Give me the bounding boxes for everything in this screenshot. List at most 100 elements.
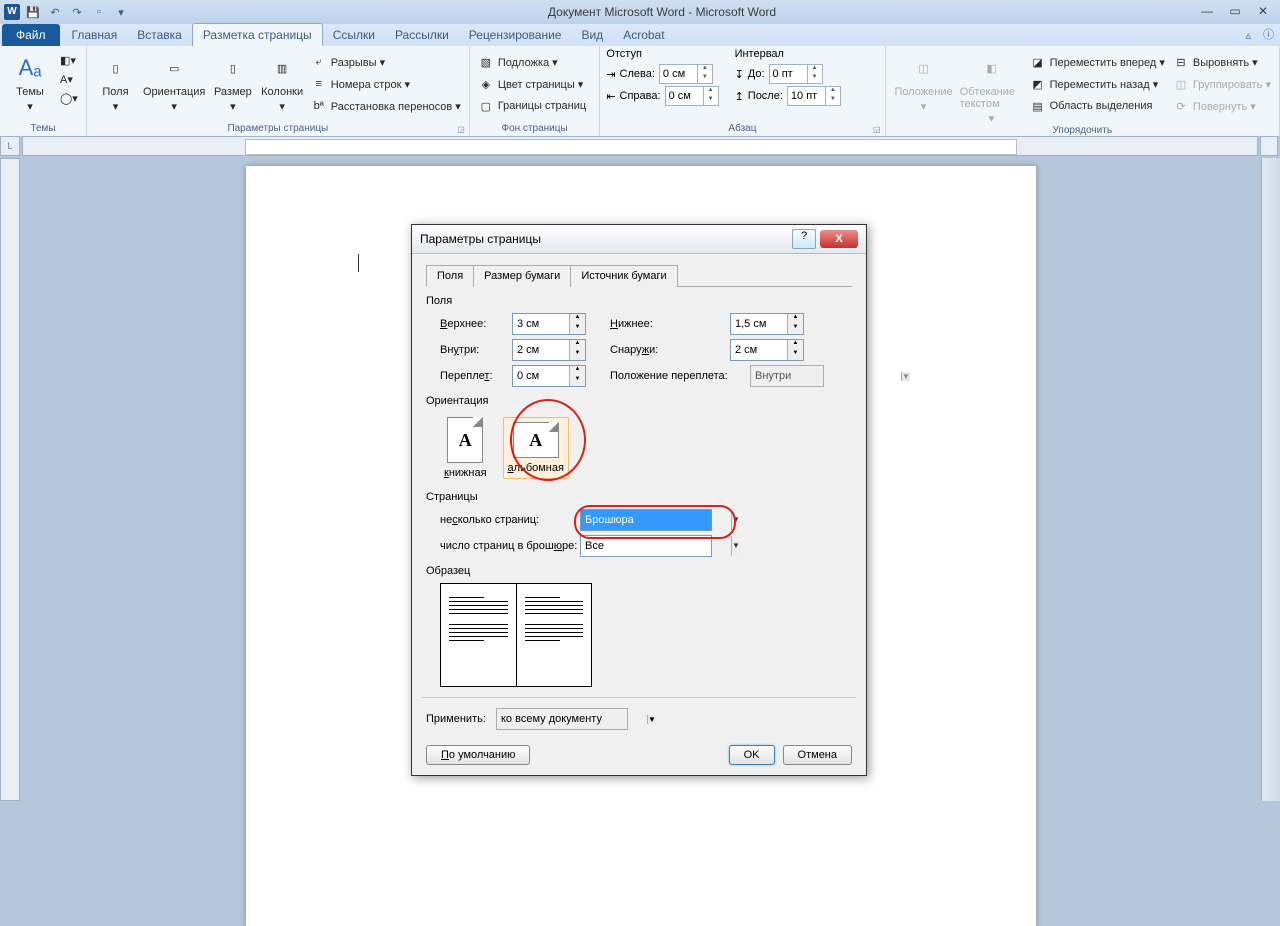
align-button[interactable]: ⊟Выровнять ▾ <box>1171 52 1273 72</box>
label-gutter: Переплет: <box>440 370 512 382</box>
help-icon[interactable]: ⓘ <box>1257 22 1280 46</box>
tab-paper-size[interactable]: Размер бумаги <box>473 265 571 287</box>
theme-colors-icon[interactable]: ◧▾ <box>58 52 80 69</box>
indent-label: Отступ <box>606 48 718 60</box>
word-icon: W <box>4 4 20 20</box>
save-icon[interactable]: 💾 <box>24 3 42 21</box>
size-button[interactable]: ▯Размер▾ <box>210 48 255 113</box>
rotate-button[interactable]: ⟳Повернуть ▾ <box>1171 96 1273 116</box>
tab-view[interactable]: Вид <box>571 24 613 46</box>
top-margin-spinner[interactable]: ▲▼ <box>512 313 586 335</box>
tab-home[interactable]: Главная <box>62 24 128 46</box>
selection-pane-icon: ▤ <box>1030 98 1046 114</box>
tab-acrobat[interactable]: Acrobat <box>613 24 674 46</box>
orientation-landscape[interactable]: A альбомная <box>503 417 569 479</box>
inside-margin-spinner[interactable]: ▲▼ <box>512 339 586 361</box>
paragraph-launcher-icon[interactable]: ◲ <box>873 125 881 134</box>
default-button[interactable]: По умолчанию <box>426 745 530 765</box>
tab-page-layout[interactable]: Разметка страницы <box>192 23 323 46</box>
label-outside: Снаружи: <box>610 344 730 356</box>
label-sheets: число страниц в брошюре: <box>440 540 580 552</box>
label-gutter-pos: Положение переплета: <box>610 370 750 382</box>
qat-more-icon[interactable]: ▾ <box>112 3 130 21</box>
hyphenation-button[interactable]: bªРасстановка переносов ▾ <box>309 96 463 116</box>
rotate-icon: ⟳ <box>1173 98 1189 114</box>
orientation-icon: ▭ <box>158 52 190 84</box>
group-page-background: Фон страницы <box>476 123 593 136</box>
text-cursor <box>358 254 359 272</box>
tab-mailings[interactable]: Рассылки <box>385 24 459 46</box>
orientation-portrait[interactable]: A книжная <box>440 413 491 483</box>
tab-references[interactable]: Ссылки <box>323 24 385 46</box>
bottom-margin-spinner[interactable]: ▲▼ <box>730 313 804 335</box>
orientation-button[interactable]: ▭Ориентация▾ <box>142 48 206 113</box>
dialog-tabs: Поля Размер бумаги Источник бумаги <box>426 264 852 287</box>
group-button[interactable]: ◫Группировать ▾ <box>1171 74 1273 94</box>
minimize-button[interactable]: — <box>1194 4 1220 20</box>
dialog-titlebar: Параметры страницы ? X <box>412 225 866 254</box>
label-apply-to: Применить: <box>426 713 496 725</box>
wrap-text-button[interactable]: ◧Обтекание текстом▾ <box>960 48 1024 125</box>
new-doc-icon[interactable]: ▫ <box>90 3 108 21</box>
columns-button[interactable]: ▥Колонки▾ <box>260 48 305 113</box>
multiple-pages-select[interactable]: ▼ <box>580 509 712 531</box>
page-borders-button[interactable]: ▢Границы страниц <box>476 96 588 116</box>
breaks-button[interactable]: ⤶Разрывы ▾ <box>309 52 463 72</box>
horizontal-ruler[interactable] <box>22 136 1258 156</box>
themes-button[interactable]: Aₐ Темы▾ <box>6 48 54 113</box>
theme-fonts-icon[interactable]: A▾ <box>58 71 80 88</box>
bring-forward-icon: ◪ <box>1030 54 1046 70</box>
ruler-toggle-icon[interactable] <box>1260 136 1278 156</box>
outside-margin-spinner[interactable]: ▲▼ <box>730 339 804 361</box>
margins-icon: ▯ <box>99 52 131 84</box>
preview-booklet <box>440 583 592 687</box>
margins-button[interactable]: ▯Поля▾ <box>93 48 138 113</box>
indent-left-icon: ⇥ <box>606 68 615 81</box>
section-margins: Поля <box>426 295 852 307</box>
section-preview: Образец <box>426 565 852 577</box>
line-numbers-button[interactable]: ≡Номера строк ▾ <box>309 74 463 94</box>
group-icon: ◫ <box>1173 76 1189 92</box>
quick-access-toolbar: 💾 ↶ ↷ ▫ ▾ <box>24 3 130 21</box>
space-after-spinner[interactable]: ▲▼ <box>787 86 841 106</box>
space-before-spinner[interactable]: ▲▼ <box>769 64 823 84</box>
file-tab[interactable]: Файл <box>2 24 60 46</box>
ok-button[interactable]: OK <box>729 745 775 765</box>
vertical-ruler[interactable] <box>0 158 20 801</box>
watermark-button[interactable]: ▧Подложка ▾ <box>476 52 588 72</box>
indent-left-spinner[interactable]: ▲▼ <box>659 64 713 84</box>
tab-review[interactable]: Рецензирование <box>459 24 572 46</box>
dialog-close-button[interactable]: X <box>820 230 858 248</box>
ribbon-minimize-icon[interactable]: ▵ <box>1239 25 1257 46</box>
bring-forward-button[interactable]: ◪Переместить вперед ▾ <box>1028 52 1167 72</box>
apply-to-select[interactable]: ▼ <box>496 708 628 730</box>
send-backward-button[interactable]: ◩Переместить назад ▾ <box>1028 74 1167 94</box>
sheets-per-booklet-select[interactable]: ▼ <box>580 535 712 557</box>
section-pages: Страницы <box>426 491 852 503</box>
tab-paper-source[interactable]: Источник бумаги <box>570 265 677 287</box>
ruler-corner[interactable]: L <box>0 136 20 156</box>
titlebar: W 💾 ↶ ↷ ▫ ▾ Документ Microsoft Word - Mi… <box>0 0 1280 24</box>
group-themes: Темы <box>6 123 80 136</box>
label-top: Верхнее: <box>440 318 512 330</box>
position-button[interactable]: ◫Положение▾ <box>892 48 956 113</box>
page-color-button[interactable]: ◈Цвет страницы ▾ <box>476 74 588 94</box>
undo-icon[interactable]: ↶ <box>46 3 64 21</box>
maximize-button[interactable]: ▭ <box>1222 4 1248 20</box>
tab-insert[interactable]: Вставка <box>127 24 192 46</box>
theme-effects-icon[interactable]: ◯▾ <box>58 90 80 107</box>
close-button[interactable]: ✕ <box>1250 4 1276 20</box>
redo-icon[interactable]: ↷ <box>68 3 86 21</box>
tab-margins[interactable]: Поля <box>426 265 474 287</box>
gutter-position-select: ▼ <box>750 365 824 387</box>
selection-pane-button[interactable]: ▤Область выделения <box>1028 96 1167 116</box>
vertical-scrollbar[interactable] <box>1261 158 1280 801</box>
indent-right-spinner[interactable]: ▲▼ <box>665 86 719 106</box>
page-setup-launcher-icon[interactable]: ◲ <box>457 125 465 134</box>
size-icon: ▯ <box>217 52 249 84</box>
dialog-help-button[interactable]: ? <box>792 229 816 249</box>
cancel-button[interactable]: Отмена <box>783 745 852 765</box>
window-title: Документ Microsoft Word - Microsoft Word <box>130 5 1194 19</box>
gutter-spinner[interactable]: ▲▼ <box>512 365 586 387</box>
ribbon: Aₐ Темы▾ ◧▾ A▾ ◯▾ Темы ▯Поля▾ ▭Ориентаци… <box>0 46 1280 137</box>
